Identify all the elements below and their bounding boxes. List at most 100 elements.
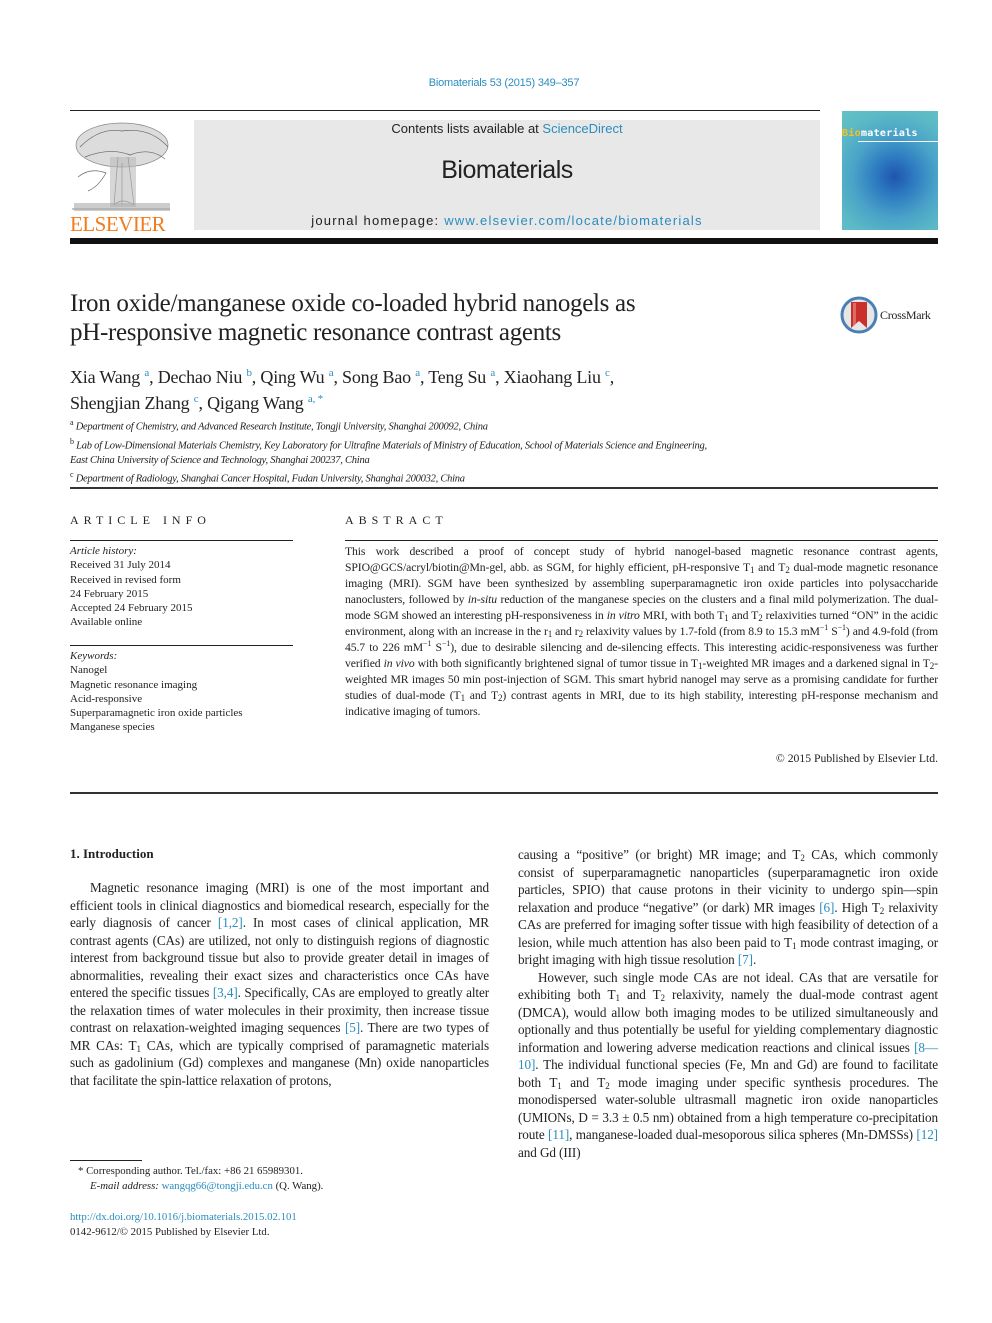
abstract-copyright: © 2015 Published by Elsevier Ltd. bbox=[775, 752, 938, 765]
abstract-segment: and r bbox=[552, 625, 579, 638]
history-label: Article history: bbox=[70, 545, 137, 557]
article-info-heading: ARTICLE INFO bbox=[70, 513, 211, 527]
abstract-italic: in vitro bbox=[606, 609, 640, 622]
reference-link[interactable]: [6] bbox=[819, 900, 834, 915]
crossmark-button[interactable]: CrossMark bbox=[840, 296, 940, 336]
title-line-1: Iron oxide/manganese oxide co-loaded hyb… bbox=[70, 290, 636, 317]
keyword-item: Magnetic resonance imaging bbox=[70, 678, 198, 691]
author-name[interactable]: Song Bao bbox=[342, 367, 415, 387]
affiliation-key: b bbox=[70, 436, 74, 446]
author-affiliation-marker[interactable]: a, * bbox=[308, 393, 323, 405]
intro-paragraph-1-continued: causing a “positive” (or bright) MR imag… bbox=[518, 846, 938, 969]
superscript: −1 bbox=[837, 623, 846, 632]
author-name[interactable]: Xiaohang Liu bbox=[504, 367, 605, 387]
title-line-2: pH-responsive magnetic resonance contras… bbox=[70, 319, 561, 346]
doi-link[interactable]: http://dx.doi.org/10.1016/j.biomaterials… bbox=[70, 1211, 297, 1223]
author-name[interactable]: Dechao Niu bbox=[158, 367, 247, 387]
abstract-segment: MRI, with both T bbox=[639, 609, 725, 622]
author-separator: , bbox=[609, 367, 615, 387]
abstract-rule bbox=[345, 540, 938, 541]
author-separator: , bbox=[419, 367, 429, 387]
elsevier-wordmark: ELSEVIER bbox=[70, 212, 166, 236]
text-segment: and Gd (III) bbox=[518, 1144, 581, 1160]
author-list: Xia Wang a, Dechao Niu b, Qing Wu a, Son… bbox=[70, 362, 830, 414]
affiliation-text: Lab of Low-Dimensional Materials Chemist… bbox=[76, 440, 707, 452]
journal-name: Biomaterials bbox=[441, 156, 573, 184]
article-info-rule bbox=[70, 540, 293, 541]
keywords-list: Keywords: Nanogel Magnetic resonance ima… bbox=[70, 649, 300, 735]
keyword-item: Superparamagnetic iron oxide particles bbox=[70, 707, 243, 720]
abstract-segment: with both significantly brightened signa… bbox=[414, 657, 698, 670]
history-item: Accepted 24 February 2015 bbox=[70, 602, 193, 615]
email-link[interactable]: wangqg66@tongji.edu.cn bbox=[162, 1180, 273, 1192]
journal-homepage-link[interactable]: www.elsevier.com/locate/biomaterials bbox=[444, 213, 703, 228]
author-name[interactable]: Shengjian Zhang bbox=[70, 393, 194, 413]
text-segment: and T bbox=[561, 1074, 606, 1090]
masthead-thick-rule bbox=[70, 238, 938, 244]
crossmark-icon bbox=[840, 296, 878, 334]
reference-link[interactable]: [12] bbox=[916, 1127, 938, 1142]
journal-citation-link[interactable]: Biomaterials 53 (2015) 349–357 bbox=[0, 77, 992, 89]
affiliations: a Department of Chemistry, and Advanced … bbox=[70, 416, 850, 487]
abstract-segment: S bbox=[828, 625, 838, 638]
abstract-segment: S bbox=[431, 641, 443, 654]
author-separator: , bbox=[149, 367, 158, 387]
section-rule bbox=[70, 487, 938, 489]
text-segment: causing a “positive” (or bright) MR imag… bbox=[518, 847, 801, 862]
abstract-segment: relaxivity values by 1.7-fold (from 8.9 … bbox=[582, 625, 820, 638]
author-separator: , bbox=[198, 393, 208, 413]
abstract-heading: ABSTRACT bbox=[345, 513, 448, 527]
cover-title-rest: materials bbox=[860, 128, 918, 139]
affiliation-key: a bbox=[70, 418, 74, 427]
contents-available-line: Contents lists available at ScienceDirec… bbox=[194, 121, 820, 136]
crossmark-label: CrossMark bbox=[880, 308, 931, 322]
text-segment: , manganese-loaded dual-mesoporous silic… bbox=[569, 1127, 917, 1142]
journal-homepage-line: journal homepage: www.elsevier.com/locat… bbox=[194, 213, 820, 228]
reference-link[interactable]: [11] bbox=[548, 1127, 569, 1142]
superscript: −1 bbox=[819, 623, 829, 632]
abstract-segment: and T bbox=[754, 561, 786, 574]
corresponding-author-footnote: * Corresponding author. Tel./fax: +86 21… bbox=[70, 1164, 490, 1194]
cover-title: Biomaterials bbox=[842, 128, 918, 139]
author-name[interactable]: Teng Su bbox=[428, 367, 490, 387]
header-rule bbox=[70, 110, 820, 111]
history-item: Received in revised form bbox=[70, 573, 181, 586]
abstract-segment: and T bbox=[728, 609, 759, 622]
body-column-left: Magnetic resonance imaging (MRI) is one … bbox=[70, 879, 489, 1089]
history-item: Received 31 July 2014 bbox=[70, 559, 171, 572]
homepage-prefix: journal homepage: bbox=[311, 213, 445, 228]
reference-link[interactable]: [7] bbox=[738, 952, 753, 967]
affiliation-item: a Department of Chemistry, and Advanced … bbox=[70, 416, 850, 435]
author-name[interactable]: Qing Wu bbox=[260, 367, 328, 387]
footnote-rule bbox=[70, 1160, 142, 1161]
affiliation-item: c Department of Radiology, Shanghai Canc… bbox=[70, 468, 850, 487]
abstract-text: This work described a proof of concept s… bbox=[345, 544, 938, 720]
history-item: 24 February 2015 bbox=[70, 587, 149, 600]
reference-link[interactable]: [5] bbox=[345, 1020, 360, 1035]
affiliation-text: East China University of Science and Tec… bbox=[70, 454, 370, 466]
keyword-item: Acid-responsive bbox=[70, 692, 143, 705]
reference-link[interactable]: [3,4] bbox=[213, 985, 238, 1000]
text-segment: . High T bbox=[834, 899, 880, 915]
contents-prefix: Contents lists available at bbox=[391, 121, 543, 136]
abstract-segment: -weighted MR images and a darkened signa… bbox=[702, 657, 930, 670]
author-name[interactable]: Xia Wang bbox=[70, 367, 144, 387]
introduction-heading: 1. Introduction bbox=[70, 846, 154, 861]
affiliation-item: East China University of Science and Tec… bbox=[70, 454, 850, 468]
cover-title-highlight: Bio bbox=[842, 128, 861, 139]
keyword-item: Nanogel bbox=[70, 664, 108, 677]
author-name[interactable]: Qigang Wang bbox=[207, 393, 308, 413]
keyword-item: Manganese species bbox=[70, 721, 155, 734]
reference-link[interactable]: [1,2] bbox=[218, 915, 243, 930]
author-separator: , bbox=[495, 367, 504, 387]
article-history: Article history: Received 31 July 2014 R… bbox=[70, 544, 300, 630]
section-rule bbox=[70, 792, 938, 794]
intro-paragraph-2: However, such single mode CAs are not id… bbox=[518, 969, 938, 1162]
keywords-label: Keywords: bbox=[70, 650, 118, 662]
sciencedirect-link[interactable]: ScienceDirect bbox=[542, 121, 622, 136]
journal-cover-thumbnail[interactable]: Biomaterials bbox=[842, 111, 938, 230]
issn-line: 0142-9612/© 2015 Published by Elsevier L… bbox=[70, 1226, 270, 1238]
corresponding-author-line: * Corresponding author. Tel./fax: +86 21… bbox=[78, 1165, 303, 1177]
history-item: Available online bbox=[70, 616, 143, 629]
intro-paragraph-1: Magnetic resonance imaging (MRI) is one … bbox=[70, 879, 489, 1089]
